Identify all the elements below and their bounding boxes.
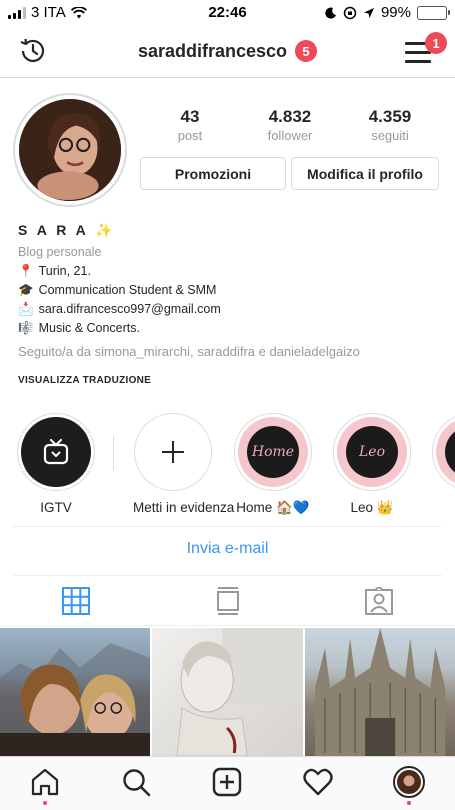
profile-bio: S A R A ✨ Blog personale 📍 Turin, 21. 🎓 … (18, 221, 443, 390)
highlight-leo[interactable]: Leo Leo 👑 (332, 413, 412, 516)
posts-count: 43 (180, 107, 200, 126)
home-activity-dot (43, 801, 47, 805)
highlight-new[interactable]: Metti in evidenza (133, 413, 235, 515)
bio-music-text: Music & Concerts. (38, 321, 140, 335)
top-nav-bar: saraddifrancesco 5 1 (0, 26, 455, 78)
plus-icon (138, 417, 208, 487)
username-title[interactable]: saraddifrancesco (138, 41, 287, 62)
search-icon (123, 769, 151, 797)
highlight-cover-leo: Leo (337, 417, 407, 487)
profile-name: S A R A ✨ (18, 222, 116, 238)
orientation-lock-icon (343, 6, 357, 19)
bio-line-email: 📩 sara.difrancesco997@gmail.com (18, 300, 443, 319)
profile-tabs (0, 576, 455, 626)
feed-icon (216, 586, 239, 615)
pin-icon: 📍 (18, 264, 34, 278)
username-header[interactable]: saraddifrancesco 5 (0, 40, 455, 62)
followed-by-text[interactable]: Seguito/a da simona_mirarchi, saraddifra… (18, 342, 443, 361)
profile-category: Blog personale (18, 245, 102, 259)
highlight-igtv[interactable]: IGTV (16, 413, 96, 515)
nav-home[interactable] (29, 766, 61, 798)
promotions-button[interactable]: Promozioni (140, 157, 286, 190)
divider (13, 526, 442, 527)
posts-label: post (177, 128, 203, 143)
nav-activity[interactable] (302, 766, 334, 798)
post-thumbnail[interactable] (152, 628, 303, 756)
envelope-icon: 📩 (18, 302, 34, 316)
highlight-partial[interactable]: M (431, 413, 455, 515)
tab-grid[interactable] (0, 576, 152, 625)
post-thumbnail[interactable] (304, 628, 455, 756)
highlight-label: M (431, 500, 455, 515)
highlight-cover-text: Leo (358, 444, 385, 460)
status-right: 99% (325, 4, 450, 21)
battery-percent: 99% (380, 4, 411, 21)
status-bar: 3 ITA 22:46 99% (0, 0, 455, 26)
highlight-cover-partial (436, 417, 455, 487)
grid-icon (61, 586, 90, 615)
posts-grid (0, 628, 455, 756)
tab-tagged[interactable] (303, 576, 455, 625)
bio-email-text: sara.difrancesco997@gmail.com (38, 302, 221, 316)
bio-study-text: Communication Student & SMM (38, 283, 217, 297)
see-translation-link[interactable]: VISUALIZZA TRADUZIONE (18, 371, 443, 390)
highlight-label: Leo 👑 (350, 500, 394, 515)
stat-following[interactable]: 4.359 seguiti (340, 107, 440, 143)
add-post-icon (212, 767, 242, 797)
highlight-cover-text: Home (251, 444, 295, 460)
followers-label: follower (267, 128, 313, 143)
stat-followers[interactable]: 4.832 follower (240, 107, 340, 143)
profile-avatar-icon (393, 766, 425, 798)
highlight-home[interactable]: Home Home 🏠💙 (233, 413, 313, 516)
bottom-tab-bar (0, 756, 455, 810)
heart-icon (303, 768, 333, 796)
music-score-icon: 🎼 (18, 321, 34, 335)
graduation-cap-icon: 🎓 (18, 283, 34, 297)
account-notification-badge: 5 (295, 40, 318, 62)
nav-new-post[interactable] (211, 766, 243, 798)
bio-line-music: 🎼 Music & Concerts. (18, 319, 443, 338)
following-label: seguiti (371, 128, 409, 143)
edit-profile-button[interactable]: Modifica il profilo (291, 157, 439, 190)
menu-notification-badge: 1 (425, 32, 447, 54)
igtv-icon (21, 417, 91, 487)
highlight-cover-home: Home (238, 417, 308, 487)
send-email-button[interactable]: Invia e-mail (0, 540, 455, 558)
bio-line-study: 🎓 Communication Student & SMM (18, 281, 443, 300)
story-highlights: IGTV Metti in evidenza Home Home 🏠💙 Leo … (0, 413, 455, 523)
profile-avatar[interactable] (13, 93, 127, 207)
bio-location-text: Turin, 21. (38, 264, 91, 278)
highlights-divider (113, 436, 114, 470)
location-icon (363, 7, 374, 18)
nav-profile[interactable] (393, 766, 425, 798)
followers-count: 4.832 (268, 107, 312, 126)
battery-icon (417, 5, 450, 20)
highlight-label: Metti in evidenza (133, 500, 235, 515)
moon-icon (325, 7, 336, 19)
highlight-label: IGTV (40, 500, 72, 515)
nav-search[interactable] (120, 766, 152, 798)
menu-icon[interactable]: 1 (405, 32, 447, 66)
profile-photo (19, 99, 121, 201)
home-icon (31, 768, 59, 796)
profile-stats: 43 post 4.832 follower 4.359 seguiti (140, 107, 440, 143)
bio-line-location: 📍 Turin, 21. (18, 262, 443, 281)
post-thumbnail[interactable] (0, 628, 151, 756)
tagged-icon (365, 586, 394, 615)
tab-feed[interactable] (152, 576, 304, 625)
stat-posts[interactable]: 43 post (140, 107, 240, 143)
following-count: 4.359 (368, 107, 412, 126)
profile-activity-dot (407, 801, 411, 805)
highlight-label: Home 🏠💙 (236, 500, 310, 515)
